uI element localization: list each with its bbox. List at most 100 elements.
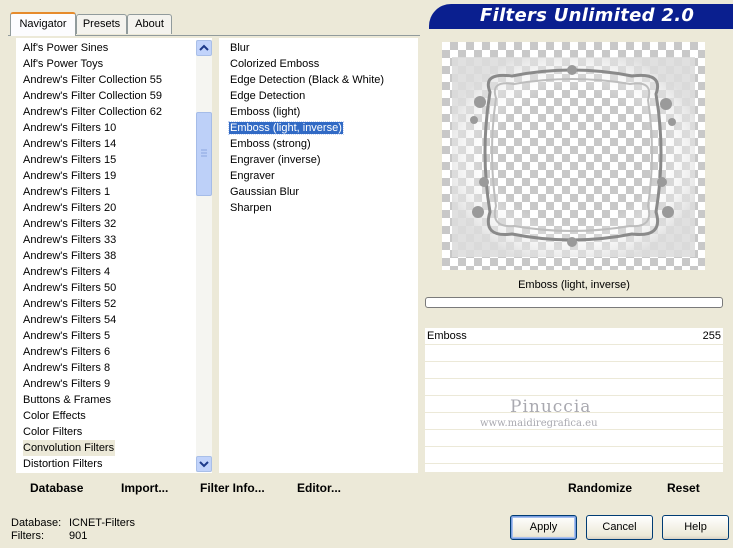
watermark-name: Pinuccia: [510, 397, 592, 417]
category-item[interactable]: Andrew's Filters 14: [16, 136, 212, 152]
chevron-up-icon: [199, 44, 209, 51]
filter-label: Engraver: [230, 170, 275, 182]
category-label: Distortion Filters: [23, 458, 103, 470]
category-label: Alf's Power Toys: [23, 58, 104, 70]
scroll-up-button[interactable]: [196, 40, 212, 56]
category-item[interactable]: Andrew's Filters 1: [16, 184, 212, 200]
filter-info-button[interactable]: Filter Info...: [200, 481, 265, 495]
category-item[interactable]: Andrew's Filter Collection 62: [16, 104, 212, 120]
category-label: Andrew's Filters 32: [23, 218, 117, 230]
category-label: Andrew's Filters 6: [23, 346, 111, 358]
category-item[interactable]: Alf's Power Sines: [16, 40, 212, 56]
status-filters-value: 901: [69, 530, 88, 542]
filter-item[interactable]: Emboss (light, inverse): [219, 120, 418, 136]
category-item[interactable]: Andrew's Filters 5: [16, 328, 212, 344]
category-item[interactable]: Color Filters: [16, 424, 212, 440]
category-item[interactable]: Convolution Filters: [16, 440, 212, 456]
editor-button[interactable]: Editor...: [297, 481, 341, 495]
preview-image: [442, 42, 705, 270]
category-item[interactable]: Andrew's Filters 6: [16, 344, 212, 360]
category-item[interactable]: Andrew's Filters 38: [16, 248, 212, 264]
filter-item[interactable]: Engraver (inverse): [219, 152, 418, 168]
category-label: Andrew's Filters 10: [23, 122, 117, 134]
apply-button[interactable]: Apply: [510, 515, 577, 540]
filter-item[interactable]: Edge Detection: [219, 88, 418, 104]
tab-presets[interactable]: Presets: [76, 14, 127, 34]
category-item[interactable]: Andrew's Filter Collection 59: [16, 88, 212, 104]
category-item[interactable]: Andrew's Filters 8: [16, 360, 212, 376]
watermark-url: www.maidiregrafica.eu: [480, 418, 598, 429]
frame-preview-graphic: [452, 57, 695, 257]
category-label: Buttons & Frames: [23, 394, 112, 406]
category-label: Andrew's Filters 38: [23, 250, 117, 262]
filter-label: Edge Detection: [230, 90, 306, 102]
category-label: Andrew's Filter Collection 55: [23, 74, 163, 86]
filter-label: Emboss (light): [230, 106, 301, 118]
chevron-down-icon: [199, 461, 209, 468]
category-item[interactable]: Andrew's Filters 20: [16, 200, 212, 216]
status-database-value: ICNET-Filters: [69, 517, 135, 529]
category-item[interactable]: Andrew's Filters 15: [16, 152, 212, 168]
database-button[interactable]: Database: [30, 481, 83, 495]
tab-navigator[interactable]: Navigator: [10, 12, 76, 36]
scroll-down-button[interactable]: [196, 456, 212, 472]
help-button[interactable]: Help: [662, 515, 729, 540]
category-item[interactable]: Andrew's Filters 4: [16, 264, 212, 280]
category-item[interactable]: Buttons & Frames: [16, 392, 212, 408]
category-label: Andrew's Filters 54: [23, 314, 117, 326]
category-item[interactable]: Andrew's Filters 9: [16, 376, 212, 392]
filter-label: Emboss (strong): [230, 138, 311, 150]
param-row-empty: [425, 379, 723, 396]
filter-item[interactable]: Colorized Emboss: [219, 56, 418, 72]
param-row-emboss[interactable]: Emboss 255: [425, 328, 723, 345]
param-row-empty: [425, 447, 723, 464]
category-item[interactable]: Andrew's Filters 33: [16, 232, 212, 248]
category-item[interactable]: Andrew's Filter Collection 55: [16, 72, 212, 88]
import-button[interactable]: Import...: [121, 481, 168, 495]
category-label: Andrew's Filters 50: [23, 282, 117, 294]
reset-button[interactable]: Reset: [667, 481, 700, 495]
category-label: Alf's Power Sines: [23, 42, 109, 54]
status-filters-label: Filters:: [11, 530, 44, 542]
category-item[interactable]: Alf's Power Toys: [16, 56, 212, 72]
preview-filter-name: Emboss (light, inverse): [518, 279, 630, 291]
param-name: Emboss: [427, 330, 467, 342]
tab-about[interactable]: About: [127, 14, 172, 34]
filter-list[interactable]: Blur Colorized Emboss Edge Detection (Blac…: [219, 38, 418, 473]
param-row-empty: [425, 362, 723, 379]
filter-item[interactable]: Edge Detection (Black & White): [219, 72, 418, 88]
category-scrollbar[interactable]: [196, 40, 212, 472]
category-item[interactable]: Andrew's Filters 50: [16, 280, 212, 296]
filter-item[interactable]: Emboss (light): [219, 104, 418, 120]
category-list[interactable]: Alf's Power Sines Alf's Power Toys Andrew'…: [16, 38, 212, 473]
filter-label: Sharpen: [230, 202, 272, 214]
grip-icon: [201, 149, 207, 157]
filter-item[interactable]: Emboss (strong): [219, 136, 418, 152]
category-item[interactable]: Andrew's Filters 32: [16, 216, 212, 232]
filter-label: Edge Detection (Black & White): [230, 74, 385, 86]
category-label: Andrew's Filter Collection 62: [23, 106, 163, 118]
category-item[interactable]: Andrew's Filters 54: [16, 312, 212, 328]
param-row-empty: [425, 345, 723, 362]
category-item[interactable]: Andrew's Filters 52: [16, 296, 212, 312]
filter-item[interactable]: Engraver: [219, 168, 418, 184]
category-item[interactable]: Color Effects: [16, 408, 212, 424]
category-label: Color Effects: [23, 410, 86, 422]
randomize-button[interactable]: Randomize: [568, 481, 632, 495]
filter-item[interactable]: Sharpen: [219, 200, 418, 216]
category-label: Andrew's Filters 14: [23, 138, 117, 150]
filter-item[interactable]: Gaussian Blur: [219, 184, 418, 200]
category-label: Andrew's Filters 15: [23, 154, 117, 166]
app-title: Filters Unlimited 2.0: [480, 5, 695, 26]
filter-label: Emboss (light, inverse): [228, 121, 344, 135]
category-label: Andrew's Filter Collection 59: [23, 90, 163, 102]
filter-item[interactable]: Blur: [219, 40, 418, 56]
category-label: Andrew's Filters 9: [23, 378, 111, 390]
category-item[interactable]: Andrew's Filters 19: [16, 168, 212, 184]
category-item[interactable]: Andrew's Filters 10: [16, 120, 212, 136]
category-item[interactable]: Distortion Filters: [16, 456, 212, 472]
category-label: Convolution Filters: [23, 440, 115, 456]
filter-label: Colorized Emboss: [230, 58, 320, 70]
cancel-button[interactable]: Cancel: [586, 515, 653, 540]
scroll-thumb[interactable]: [196, 112, 212, 196]
